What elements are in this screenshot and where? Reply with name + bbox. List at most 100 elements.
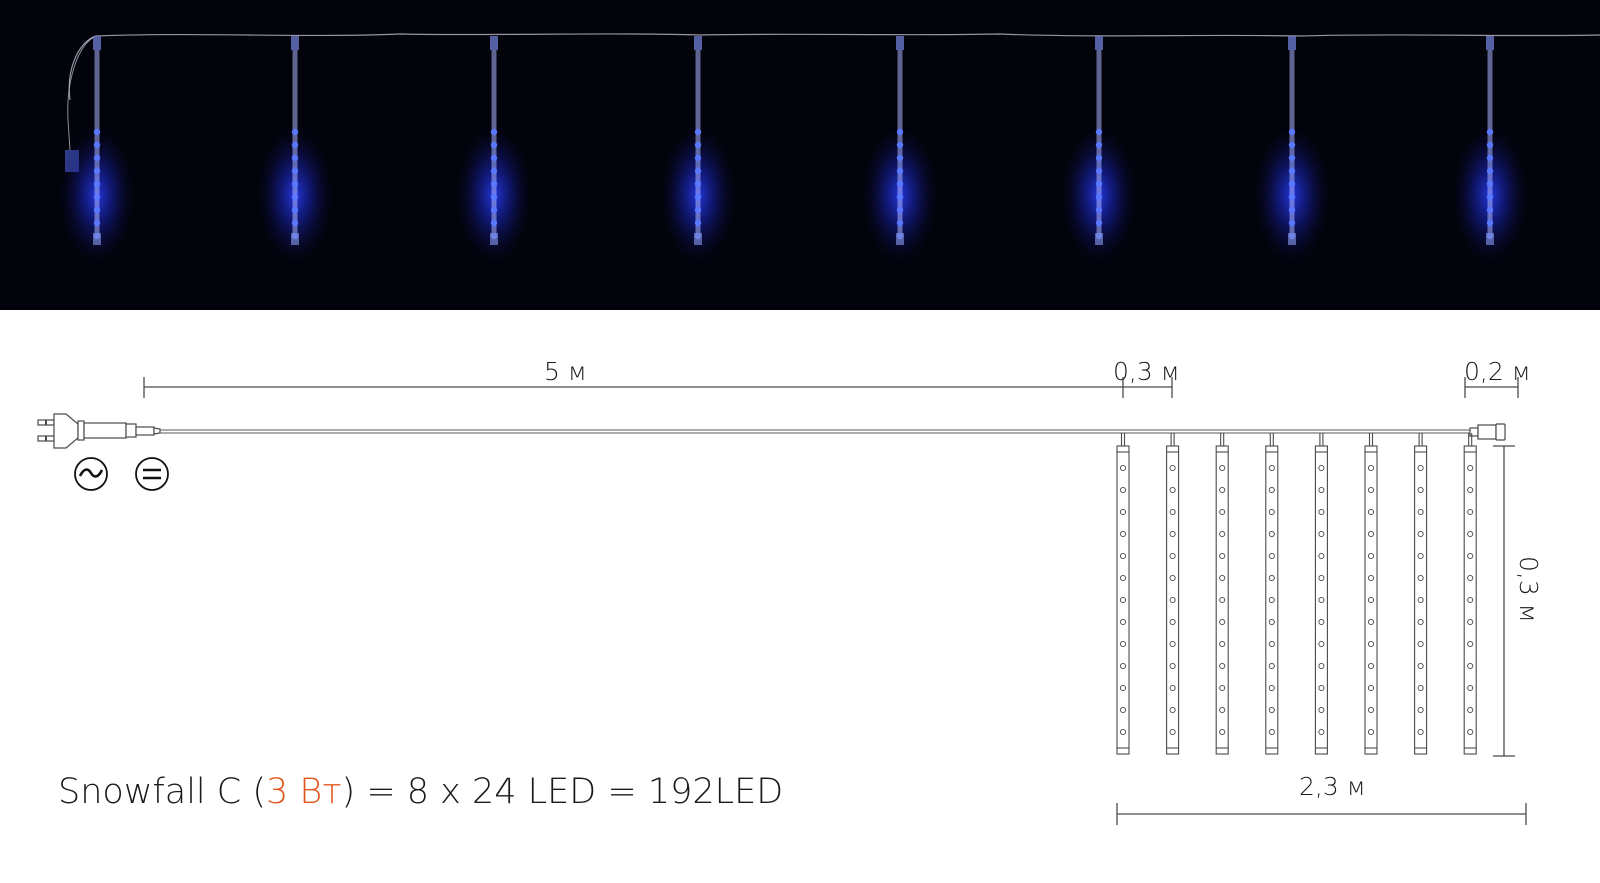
led-circle: [1169, 574, 1176, 582]
tube-led: [694, 219, 702, 227]
led-circle: [1367, 508, 1375, 516]
led-circle: [1367, 574, 1375, 582]
tube-led: [1288, 128, 1296, 136]
led-circle: [1318, 508, 1325, 516]
led-circle: [1367, 486, 1375, 494]
tube-led: [1486, 180, 1494, 188]
tube-led: [1486, 154, 1494, 162]
tube-led: [1288, 180, 1296, 188]
tube-led: [291, 206, 299, 214]
led-circle: [1169, 596, 1176, 604]
led-circle: [1268, 728, 1275, 736]
led-circle: [1467, 486, 1474, 494]
tube-cap: [1486, 36, 1494, 50]
led-circle: [1318, 464, 1325, 472]
led-circle: [1169, 618, 1176, 626]
tube-end-cap: [1288, 233, 1296, 245]
tube-led: [896, 128, 904, 136]
tube-led: [1095, 128, 1103, 136]
led-circle: [1169, 508, 1176, 516]
tube-led: [1095, 141, 1103, 149]
led-circle: [1268, 706, 1275, 714]
tube-led: [1486, 219, 1494, 227]
led-circle: [1467, 464, 1474, 472]
led-circle: [1467, 662, 1474, 670]
tube-led: [93, 193, 101, 201]
formula-rest: ) = 8 x 24 LED = 192LED: [341, 772, 784, 812]
tube-led: [896, 219, 904, 227]
tube-led: [1095, 219, 1103, 227]
photo-tube: [660, 36, 736, 265]
led-circle: [1119, 706, 1127, 714]
tube-end-cap: [291, 233, 299, 245]
product-photo: [0, 0, 1600, 310]
tube-led: [490, 193, 498, 201]
tube-led: [896, 193, 904, 201]
led-circle: [1119, 552, 1127, 560]
led-circle: [1268, 662, 1275, 670]
led-circle: [1367, 552, 1375, 560]
tube-led: [1486, 128, 1494, 136]
tube-led: [1486, 167, 1494, 175]
led-circle: [1417, 662, 1424, 670]
led-circle: [1318, 574, 1325, 582]
led-circle: [1318, 728, 1325, 736]
led-circle: [1268, 684, 1275, 692]
tube-led: [1095, 154, 1103, 162]
led-circle: [1219, 728, 1226, 736]
tube-led: [1095, 193, 1103, 201]
led-circle: [1169, 530, 1176, 538]
tube-cap: [896, 36, 904, 50]
tube-led: [694, 180, 702, 188]
tube-led: [1486, 141, 1494, 149]
tube-end-cap: [490, 233, 498, 245]
tube-cap: [93, 36, 101, 50]
led-circle: [1417, 684, 1424, 692]
led-circle: [1318, 596, 1325, 604]
led-circle: [1219, 552, 1226, 560]
tube-led: [93, 167, 101, 175]
led-circle: [1367, 662, 1375, 670]
led-circle: [1467, 596, 1474, 604]
tube-end-cap: [1486, 233, 1494, 245]
tube-led: [1288, 167, 1296, 175]
led-circle: [1119, 508, 1127, 516]
tube-led: [896, 141, 904, 149]
led-circle: [1219, 662, 1226, 670]
led-circle: [1318, 684, 1325, 692]
led-circle: [1467, 684, 1474, 692]
tube-led: [1095, 206, 1103, 214]
tube-led: [694, 167, 702, 175]
tube-led: [1486, 206, 1494, 214]
led-circle: [1367, 706, 1375, 714]
led-circle: [1119, 728, 1127, 736]
led-circle: [1119, 640, 1127, 648]
led-circle: [1467, 530, 1474, 538]
tube-led: [1095, 167, 1103, 175]
led-circle: [1119, 684, 1127, 692]
led-circle: [1417, 596, 1424, 604]
led-circle: [1467, 574, 1474, 582]
tube-led: [1486, 193, 1494, 201]
dim-label-spacing: 0,3 м: [1113, 357, 1180, 386]
led-circle: [1268, 574, 1275, 582]
tube-led: [694, 206, 702, 214]
led-circle: [1119, 574, 1127, 582]
tube-led: [490, 154, 498, 162]
tube-led: [490, 206, 498, 214]
led-circle: [1467, 508, 1474, 516]
dim-label-lead-cable: 5 м: [544, 357, 587, 386]
tube-led: [896, 180, 904, 188]
tube-led: [291, 154, 299, 162]
drawing-tube: [1215, 433, 1229, 755]
led-circle: [1367, 640, 1375, 648]
led-circle: [1268, 640, 1275, 648]
tube-led: [291, 193, 299, 201]
led-circle: [1367, 530, 1375, 538]
led-circle: [1268, 508, 1275, 516]
led-circle: [1417, 728, 1424, 736]
led-circle: [1119, 530, 1127, 538]
photo-tube: [1254, 36, 1330, 265]
led-circle: [1467, 728, 1474, 736]
tube-cap: [1288, 36, 1296, 50]
